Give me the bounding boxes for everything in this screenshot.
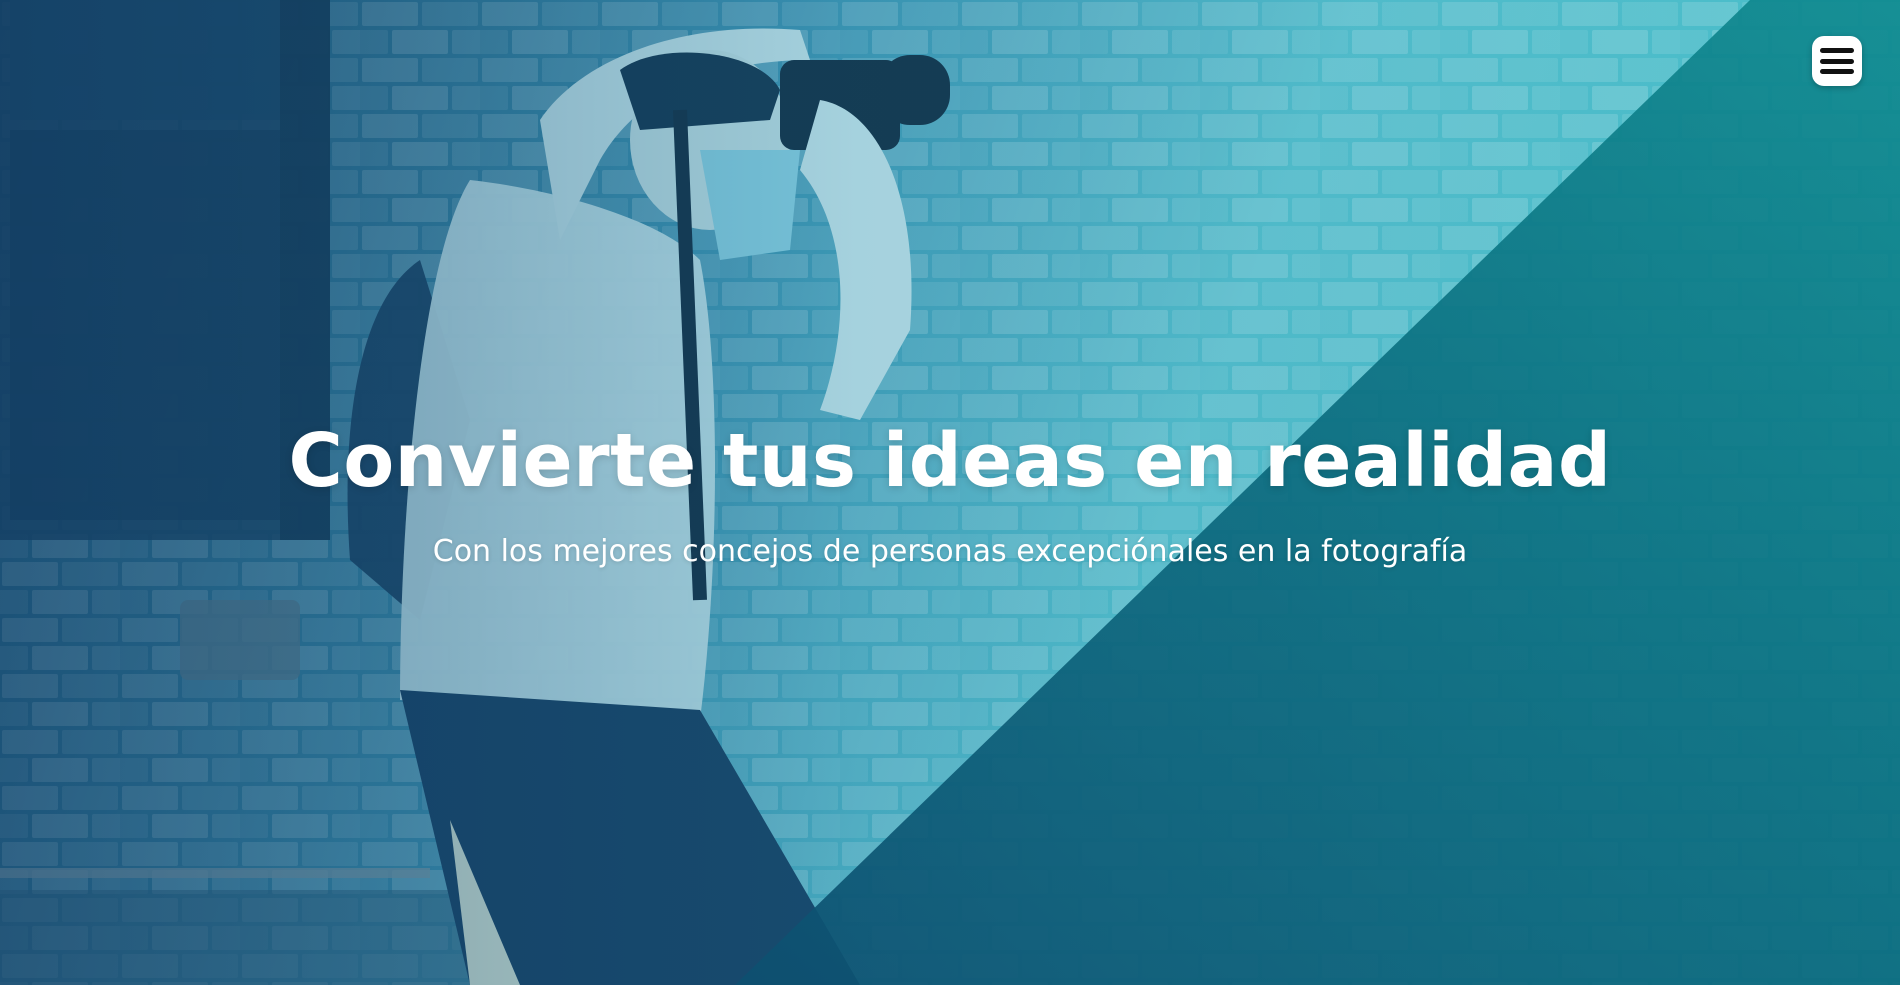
hero-subtitle: Con los mejores concejos de personas exc… — [432, 534, 1468, 569]
hero-section: Convierte tus ideas en realidad Con los … — [0, 0, 1900, 985]
hero-content: Convierte tus ideas en realidad Con los … — [0, 418, 1900, 569]
menu-button[interactable] — [1812, 36, 1862, 86]
hamburger-menu-icon — [1820, 48, 1854, 74]
hero-title: Convierte tus ideas en realidad — [288, 418, 1612, 504]
